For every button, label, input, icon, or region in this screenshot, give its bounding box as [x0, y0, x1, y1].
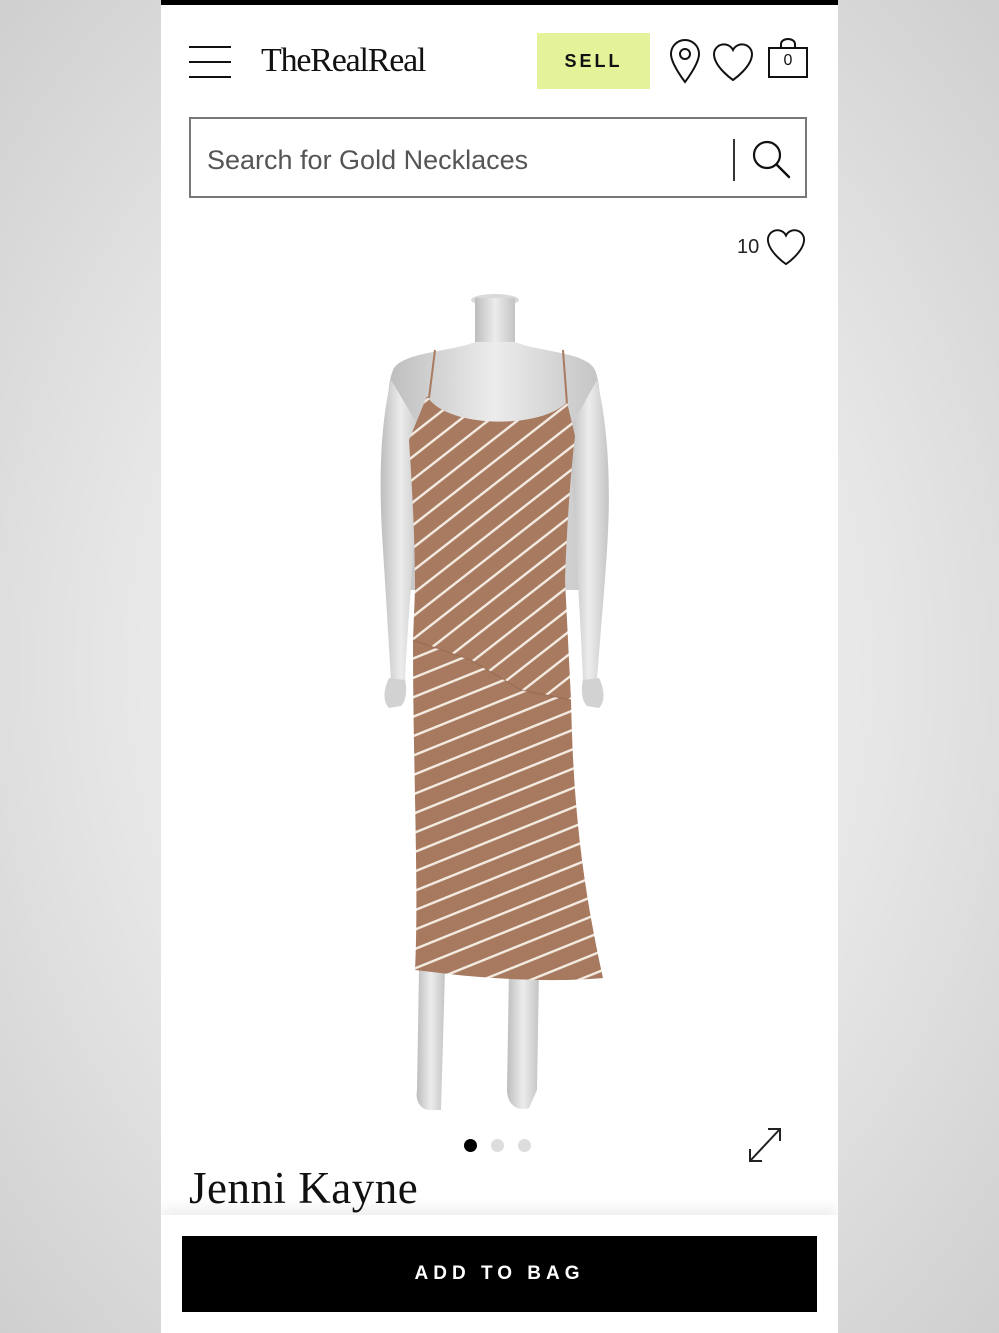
- favorite-button[interactable]: 10: [737, 227, 807, 267]
- search-divider: [733, 139, 735, 181]
- heart-icon: [767, 229, 806, 266]
- location-pin-icon: [669, 39, 701, 84]
- expand-icon: [749, 1128, 781, 1162]
- search-input[interactable]: [205, 139, 709, 181]
- carousel-dot[interactable]: [491, 1139, 504, 1152]
- expand-image-button[interactable]: [746, 1125, 784, 1165]
- bag-count: 0: [783, 52, 793, 69]
- status-strip: [161, 0, 838, 5]
- carousel-dot[interactable]: [518, 1139, 531, 1152]
- add-to-bag-button[interactable]: ADD TO BAG: [182, 1236, 817, 1312]
- heart-icon: [712, 43, 754, 82]
- sell-button[interactable]: SELL: [537, 33, 650, 89]
- search-button[interactable]: [749, 137, 795, 183]
- menu-icon: [189, 46, 231, 48]
- wishlist-button[interactable]: [711, 41, 755, 83]
- image-carousel-dots: [464, 1139, 531, 1153]
- sticky-footer: ADD TO BAG: [161, 1215, 838, 1333]
- menu-button[interactable]: [189, 44, 231, 78]
- search-bar: [189, 117, 807, 198]
- menu-icon: [189, 61, 231, 63]
- logo[interactable]: TheRealReal: [261, 42, 426, 80]
- product-brand[interactable]: Jenni Kayne: [189, 1162, 418, 1214]
- bag-button[interactable]: 0: [767, 38, 809, 80]
- favorite-count: 10: [737, 235, 760, 258]
- product-page: TheRealReal SELL 0 10: [161, 0, 838, 1333]
- product-image[interactable]: [361, 290, 641, 1120]
- location-button[interactable]: [668, 38, 702, 84]
- menu-icon: [189, 76, 231, 78]
- search-icon: [752, 140, 791, 179]
- carousel-dot[interactable]: [464, 1139, 477, 1152]
